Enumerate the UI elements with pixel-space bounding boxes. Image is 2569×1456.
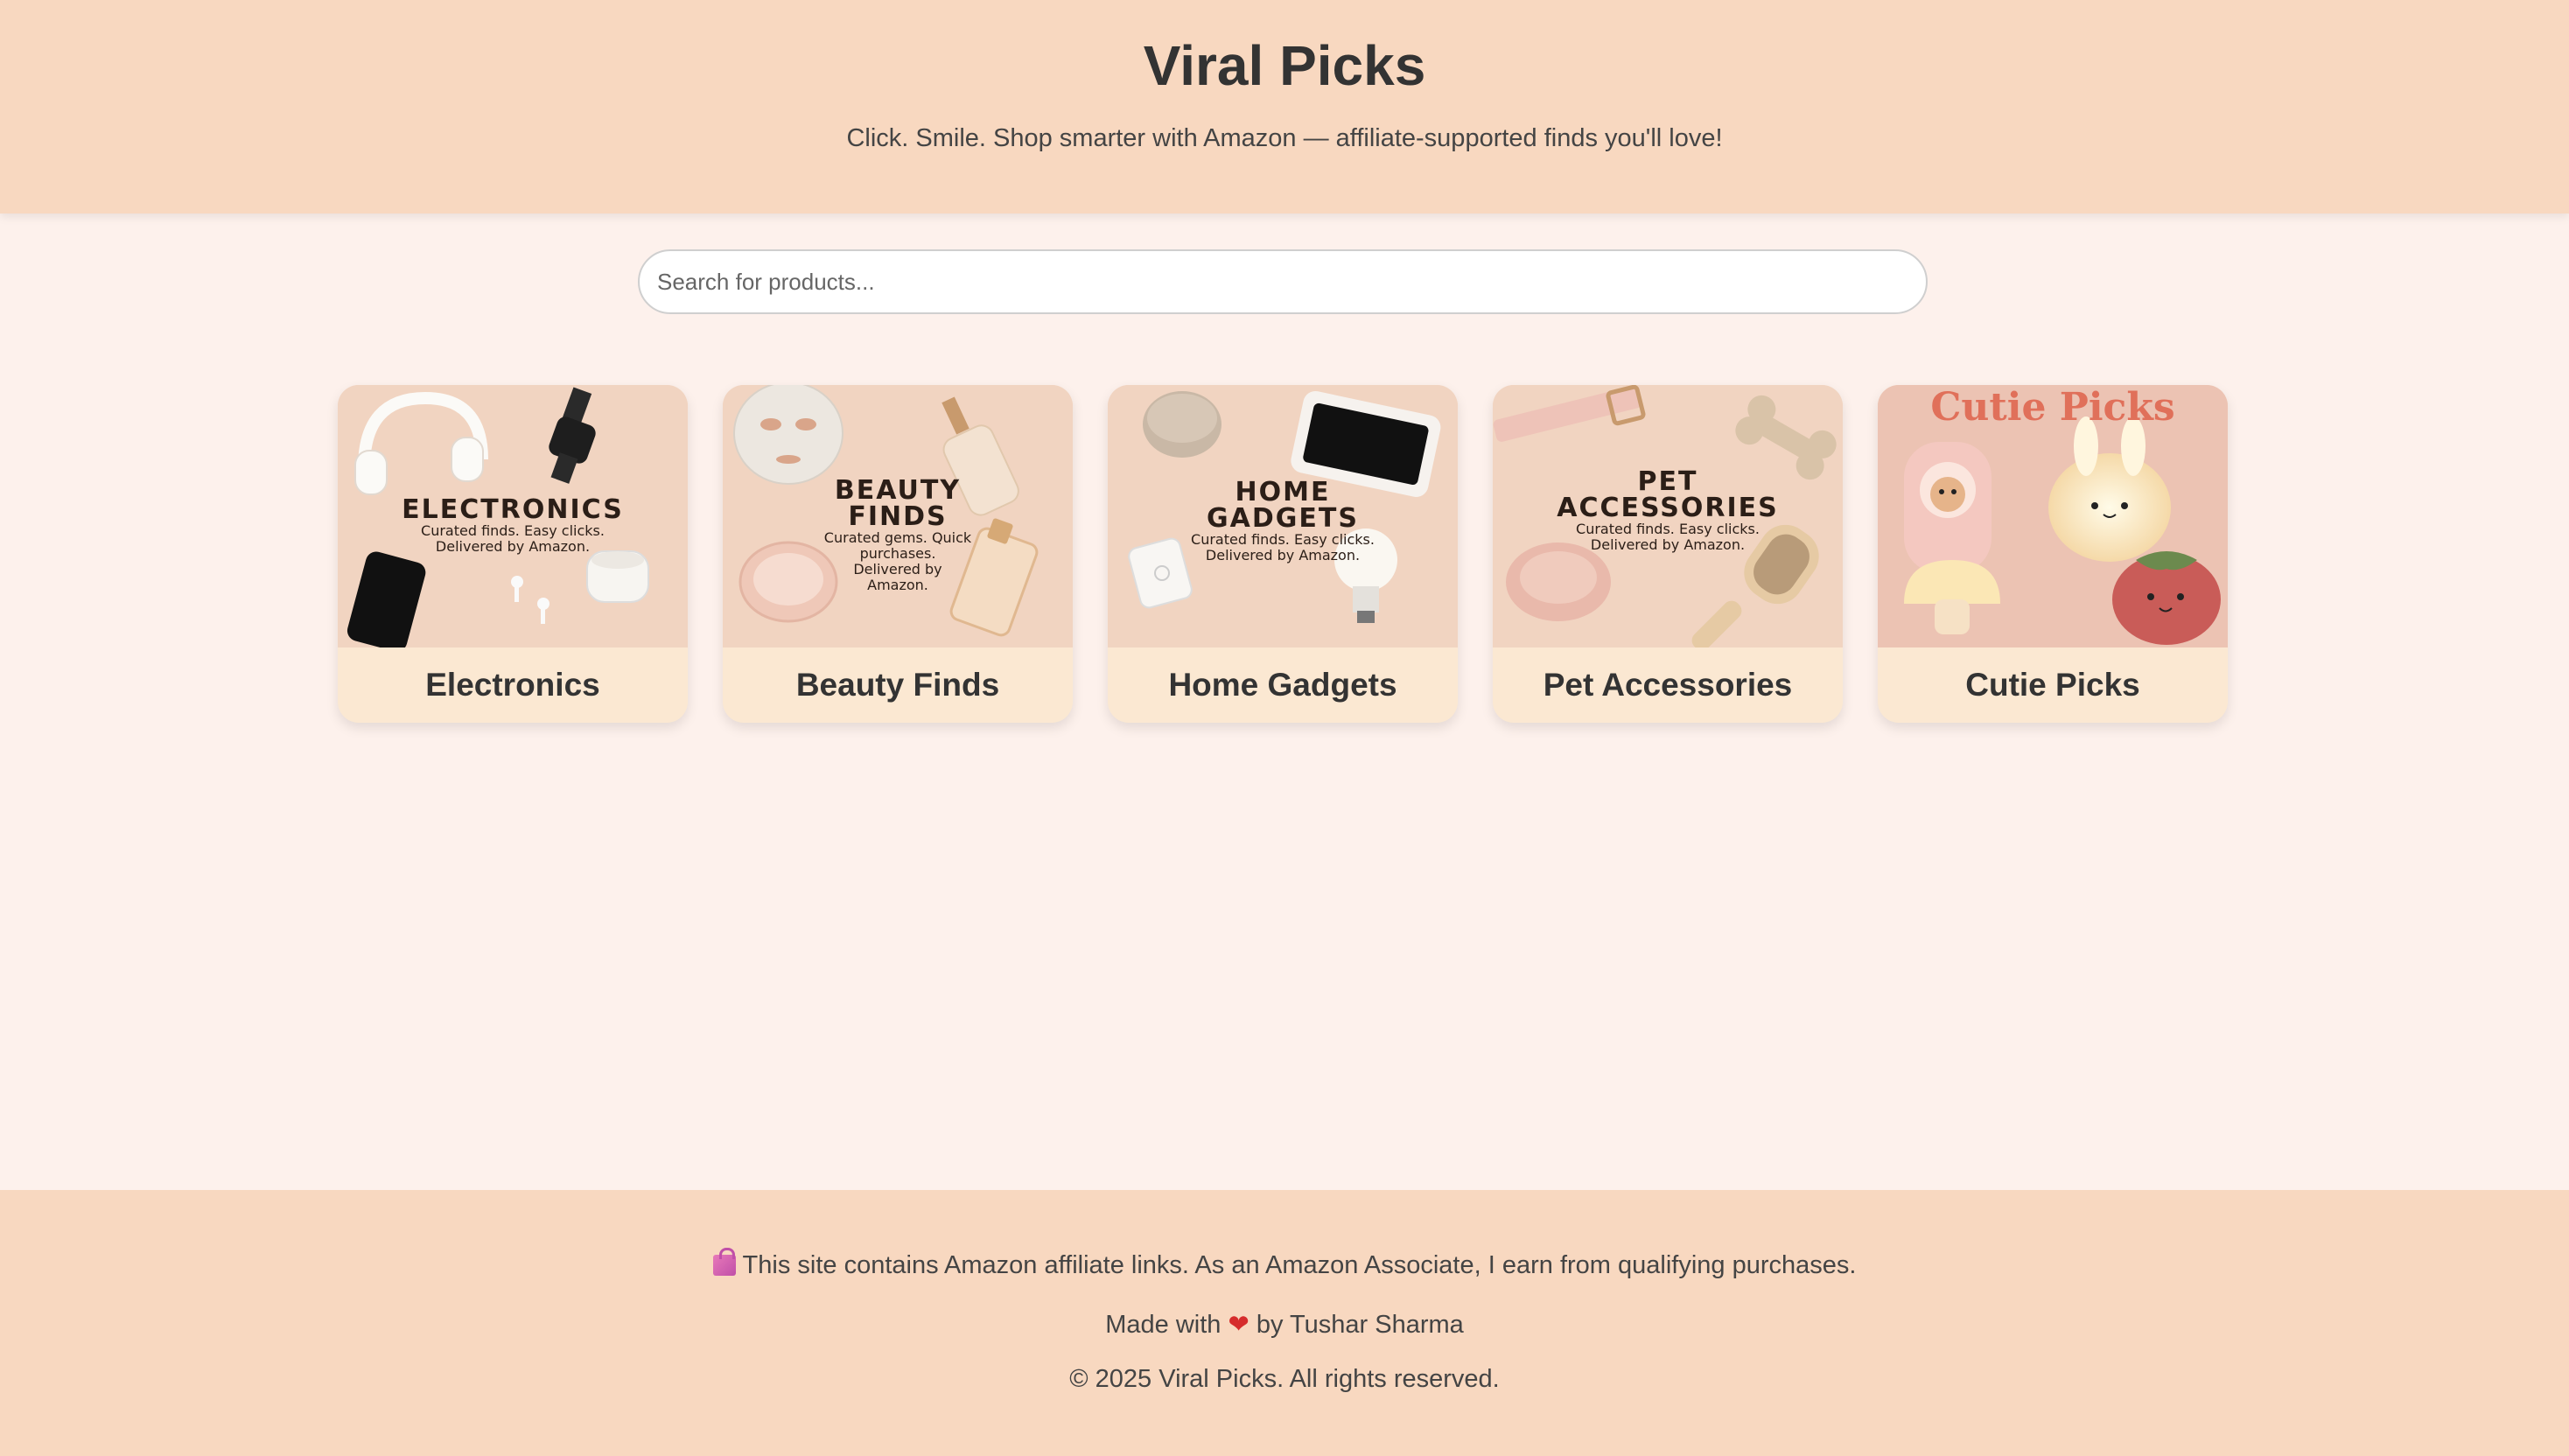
category-card-cutie-picks[interactable]: Cutie Picks Cutie Picks (1878, 385, 2228, 723)
category-title: Pet Accessories (1543, 667, 1793, 703)
beauty-image-sub-4: Amazon. (867, 577, 928, 593)
electronics-image-sub-1: Curated finds. Easy clicks. (421, 522, 605, 539)
pet-image-sub-1: Curated finds. Easy clicks. (1576, 521, 1760, 537)
beauty-image-heading-1: BEAUTY (834, 475, 962, 506)
cutie-picks-image: Cutie Picks (1878, 385, 2228, 648)
made-with-suffix: by Tushar Sharma (1256, 1311, 1464, 1339)
made-with-line: Made with ❤ by Tushar Sharma (0, 1309, 2569, 1340)
beauty-image-sub-2: purchases. (859, 545, 936, 562)
beauty-finds-image: BEAUTY FINDS Curated gems. Quick purchas… (723, 385, 1073, 648)
site-footer: This site contains Amazon affiliate link… (0, 1190, 2569, 1456)
site-tagline: Click. Smile. Shop smarter with Amazon —… (846, 124, 1723, 152)
home-image-heading-1: HOME (1235, 477, 1331, 508)
category-card-home-gadgets[interactable]: HOME GADGETS Curated finds. Easy clicks.… (1108, 385, 1458, 723)
pet-image-heading-1: PET (1637, 466, 1698, 497)
site-title: Viral Picks (1143, 34, 1426, 97)
search-input[interactable] (638, 249, 1928, 314)
pet-image-heading-2: ACCESSORIES (1557, 493, 1779, 523)
heart-icon: ❤ (1228, 1311, 1250, 1339)
electronics-image-heading: ELECTRONICS (402, 494, 624, 525)
home-image-heading-2: GADGETS (1207, 503, 1359, 534)
search-bar (638, 249, 1928, 314)
category-card-beauty-finds[interactable]: BEAUTY FINDS Curated gems. Quick purchas… (723, 385, 1073, 723)
category-card-pet-accessories[interactable]: PET ACCESSORIES Curated finds. Easy clic… (1493, 385, 1843, 723)
cutie-image-heading: Cutie Picks (1930, 385, 2175, 430)
site-header: Viral Picks Click. Smile. Shop smarter w… (0, 0, 2569, 214)
affiliate-text: This site contains Amazon affiliate link… (742, 1251, 1857, 1279)
shopping-bag-icon (712, 1248, 736, 1276)
copyright: © 2025 Viral Picks. All rights reserved. (1069, 1365, 1500, 1393)
electronics-image: ELECTRONICS Curated finds. Easy clicks. … (338, 385, 688, 648)
electronics-image-sub-2: Delivered by Amazon. (435, 538, 591, 555)
category-card-electronics[interactable]: ELECTRONICS Curated finds. Easy clicks. … (338, 385, 688, 723)
pet-accessories-image: PET ACCESSORIES Curated finds. Easy clic… (1493, 385, 1843, 648)
category-title: Electronics (425, 667, 600, 703)
made-with-prefix: Made with (1105, 1311, 1222, 1339)
pet-image-sub-2: Delivered by Amazon. (1590, 536, 1746, 553)
beauty-image-sub-1: Curated gems. Quick (823, 529, 972, 546)
home-gadgets-image: HOME GADGETS Curated finds. Easy clicks.… (1108, 385, 1458, 648)
category-title: Beauty Finds (795, 667, 1000, 703)
category-title: Home Gadgets (1168, 667, 1397, 703)
beauty-image-heading-2: FINDS (848, 501, 948, 532)
affiliate-disclaimer: This site contains Amazon affiliate link… (0, 1248, 2569, 1280)
home-image-sub-1: Curated finds. Easy clicks. (1191, 531, 1375, 548)
home-image-sub-2: Delivered by Amazon. (1205, 547, 1361, 564)
category-title: Cutie Picks (1965, 667, 2140, 703)
beauty-image-sub-3: Delivered by (853, 561, 942, 578)
